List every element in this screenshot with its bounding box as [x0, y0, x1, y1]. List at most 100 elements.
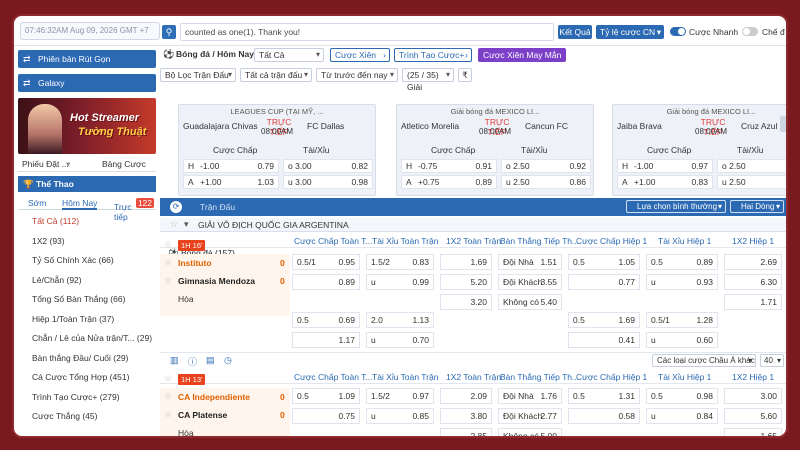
first-half-draw-odds[interactable]: 1.65	[724, 428, 782, 436]
stats-icon[interactable]: ▤	[206, 355, 215, 366]
1x2-draw-odds[interactable]: 3.20	[440, 294, 492, 310]
tab-today[interactable]: Hôm Nay	[62, 198, 98, 210]
chevron-down-icon[interactable]: ▾	[66, 159, 70, 170]
over-under-alt-odds[interactable]: 2.0 1.13	[366, 312, 434, 328]
over-under-odds[interactable]: 1.5/2 0.83	[366, 254, 434, 270]
time-sort-select[interactable]: Từ trước đến nay	[316, 68, 398, 82]
bet-builder-button[interactable]: Trình Tạo Cược+ ›	[394, 48, 472, 62]
next-goal-none-odds[interactable]: Không có 5.40	[498, 294, 562, 310]
mode-toggle[interactable]	[742, 27, 758, 36]
market-menu-item[interactable]: Tỷ Số Chính Xác (66)	[18, 251, 156, 271]
first-half-handicap-alt-odds[interactable]: 0.41	[568, 332, 640, 348]
market-menu-item[interactable]: Cá Cược Tổng Hợp (451)	[18, 368, 156, 388]
league-row[interactable]: ☆ ▾ GIẢI VÔ ĐỊCH QUỐC GIA ARGENTINA	[160, 218, 786, 232]
handicap-odds[interactable]: 0.89	[292, 274, 360, 290]
galaxy-button[interactable]: ⇄ Galaxy	[18, 74, 156, 92]
first-half-handicap-odds[interactable]: 0.5 1.31	[568, 388, 640, 404]
card-away-handicap-odds[interactable]: A +0.75 0.89	[401, 175, 497, 189]
first-half-handicap-odds[interactable]: 0.58	[568, 408, 640, 424]
card-away-handicap-odds[interactable]: A +1.00 0.83	[617, 175, 713, 189]
star-icon[interactable]: ☆	[164, 257, 172, 268]
all-matches-select[interactable]: Tất cả trận đấu	[240, 68, 312, 82]
next-goal-odds[interactable]: Đội Nhà 1.76	[498, 388, 562, 404]
card-home-handicap-odds[interactable]: H -1.00 0.97	[617, 159, 713, 173]
first-half-over-under-alt-odds[interactable]: u 0.60	[646, 332, 718, 348]
tab-early[interactable]: Sớm	[28, 198, 46, 208]
sports-header[interactable]: 🏆 Thể Thao	[18, 176, 156, 192]
card-under-odds[interactable]: u 2.500.9	[717, 175, 786, 189]
market-menu-item[interactable]: Trình Tạo Cược+ (279)	[18, 388, 156, 408]
over-under-odds[interactable]: 1.5/2 0.97	[366, 388, 434, 404]
next-goal-none-odds[interactable]: Không có 5.00	[498, 428, 562, 436]
featured-match-card[interactable]: Giải bóng đá MEXICO LI... Atletico Morel…	[396, 104, 594, 196]
market-menu-item[interactable]: Tất Cả (112)	[18, 212, 156, 232]
results-button[interactable]: Kết Quả	[558, 25, 592, 39]
page-size-select[interactable]: 40 ▾	[760, 354, 784, 367]
handicap-odds[interactable]: 0.5 1.09	[292, 388, 360, 404]
tab-bet-table[interactable]: Bảng Cược	[102, 159, 146, 169]
other-markets-select[interactable]: Các loại cược Châu Á khác ▾	[652, 354, 756, 367]
star-icon[interactable]: ☆	[164, 409, 172, 420]
first-half-over-under-alt-odds[interactable]: 0.5/1 1.28	[646, 312, 718, 328]
first-half-handicap-odds[interactable]: 0.5 1.05	[568, 254, 640, 270]
search-icon[interactable]: ⚲	[162, 25, 176, 39]
over-under-alt-odds[interactable]: u 0.70	[366, 332, 434, 348]
first-half-handicap-odds[interactable]: 0.77	[568, 274, 640, 290]
info-icon[interactable]: ⓘ	[188, 355, 197, 368]
chart-icon[interactable]: ▥	[170, 355, 179, 366]
card-over-odds[interactable]: o 2.50 0.92	[501, 159, 591, 173]
first-half-over-under-odds[interactable]: u 0.84	[646, 408, 718, 424]
handicap-alt-odds[interactable]: 0.5 0.69	[292, 312, 360, 328]
market-menu-item[interactable]: Hiệp 1/Toàn Trận (37)	[18, 310, 156, 330]
first-half-over-under-odds[interactable]: u 0.93	[646, 274, 718, 290]
clock-icon[interactable]: ◷	[224, 355, 232, 366]
market-menu-item[interactable]: Tổng Số Bàn Thắng (66)	[18, 290, 156, 310]
parlay-button[interactable]: Cược Xiên ›	[330, 48, 390, 62]
handicap-odds[interactable]: 0.5/1 0.95	[292, 254, 360, 270]
announcement-input[interactable]: counted as one(1). Thank you!	[180, 23, 554, 41]
1x2-odds[interactable]: 3.80	[440, 408, 492, 424]
scrollbar[interactable]	[780, 116, 786, 132]
star-icon[interactable]: ☆	[164, 373, 172, 384]
1x2-odds[interactable]: 2.09	[440, 388, 492, 404]
handicap-odds[interactable]: 0.75	[292, 408, 360, 424]
first-half-1x2-odds[interactable]: 5.60	[724, 408, 782, 424]
match-filter-select[interactable]: Bộ Lọc Trận Đấu	[160, 68, 236, 82]
card-home-handicap-odds[interactable]: H -0.75 0.91	[401, 159, 497, 173]
quick-bet-toggle[interactable]	[670, 27, 686, 36]
star-icon[interactable]: ☆	[170, 219, 178, 230]
market-menu-item[interactable]: Cược Thắng (45)	[18, 407, 156, 427]
1x2-odds[interactable]: 1.69	[440, 254, 492, 270]
next-goal-odds[interactable]: Đội Khách 3.55	[498, 274, 562, 290]
first-half-1x2-odds[interactable]: 6.30	[724, 274, 782, 290]
card-away-handicap-odds[interactable]: A +1.00 1.03	[183, 175, 279, 189]
tab-bet-slip[interactable]: Phiếu Đặt ...	[22, 159, 69, 169]
compact-version-button[interactable]: ⇄ Phiên bản Rút Gọn	[18, 50, 156, 68]
card-over-odds[interactable]: o 3.00 0.82	[283, 159, 373, 173]
card-home-handicap-odds[interactable]: H -1.00 0.79	[183, 159, 279, 173]
streamer-banner[interactable]: Hot Streamer Tường Thuật	[18, 98, 156, 154]
featured-match-card[interactable]: LEAGUES CUP (TẠI MỸ, ... Guadalajara Chi…	[178, 104, 376, 196]
sort-select[interactable]: Lựa chọn bình thường ▾	[626, 200, 726, 213]
market-menu-item[interactable]: 1X2 (93)	[18, 232, 156, 252]
first-half-over-under-odds[interactable]: 0.5 0.89	[646, 254, 718, 270]
star-icon[interactable]: ☆	[164, 275, 172, 286]
market-menu-item[interactable]: Lẻ/Chẵn (92)	[18, 271, 156, 291]
first-half-draw-odds[interactable]: 1.71	[724, 294, 782, 310]
first-half-over-under-odds[interactable]: 0.5 0.98	[646, 388, 718, 404]
star-icon[interactable]: ☆	[164, 239, 172, 250]
first-half-1x2-odds[interactable]: 2.69	[724, 254, 782, 270]
market-menu-item[interactable]: Bàn thắng Đầu/ Cuối (29)	[18, 349, 156, 369]
star-icon[interactable]: ☆	[164, 391, 172, 402]
lucky-parlay-button[interactable]: Cược Xiên May Mắn	[478, 48, 566, 62]
card-under-odds[interactable]: u 2.50 0.86	[501, 175, 591, 189]
league-filter-select[interactable]: Tất Cả	[254, 48, 324, 62]
featured-match-card[interactable]: Giải bóng đá MEXICO LI... Jaiba Brava TR…	[612, 104, 786, 196]
over-under-odds[interactable]: u 0.85	[366, 408, 434, 424]
card-under-odds[interactable]: u 3.00 0.98	[283, 175, 373, 189]
card-over-odds[interactable]: o 2.500.9	[717, 159, 786, 173]
1x2-draw-odds[interactable]: 2.85	[440, 428, 492, 436]
market-menu-item[interactable]: Chẵn / Lẻ của Nửa trận/T... (29)	[18, 329, 156, 349]
odds-type-select[interactable]: Tỷ lệ cược CN ▾	[596, 25, 664, 39]
first-half-1x2-odds[interactable]: 3.00	[724, 388, 782, 404]
